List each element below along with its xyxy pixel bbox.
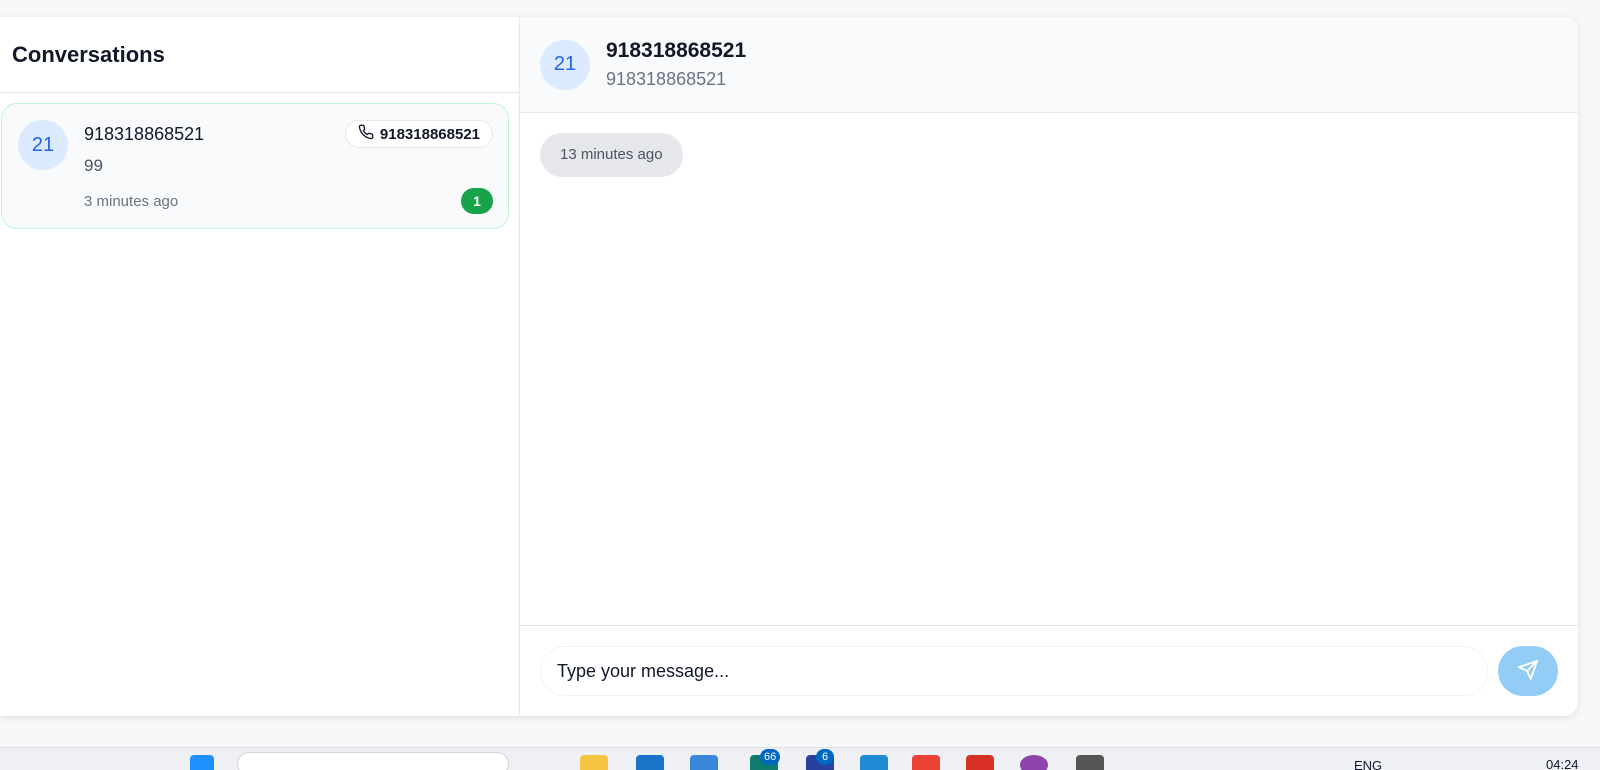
- message-bubble: 13 minutes ago: [540, 133, 683, 177]
- sidebar-title: Conversations: [12, 41, 165, 67]
- file-explorer-icon[interactable]: [580, 755, 608, 770]
- sidebar-header: Conversations: [0, 17, 519, 93]
- windows-start-icon[interactable]: [190, 755, 214, 770]
- app-window: Conversations 21 918318868521 99 3 minut…: [0, 17, 1578, 716]
- unread-count-badge: 1: [461, 188, 493, 214]
- app-icon[interactable]: [690, 755, 718, 770]
- conversation-item[interactable]: 21 918318868521 99 3 minutes ago 9183188…: [1, 103, 509, 229]
- message-list[interactable]: 13 minutes ago: [520, 113, 1578, 626]
- avatar: 21: [540, 39, 590, 90]
- app-icon[interactable]: [1076, 755, 1104, 770]
- app-icon[interactable]: [1020, 755, 1048, 770]
- conversations-sidebar: Conversations 21 918318868521 99 3 minut…: [0, 17, 520, 716]
- avatar: 21: [18, 120, 68, 170]
- send-icon: [1517, 659, 1539, 684]
- phone-number-pill[interactable]: 918318868521: [344, 120, 493, 148]
- language-indicator[interactable]: ENG: [1354, 758, 1382, 770]
- conversation-name: 918318868521: [84, 124, 205, 144]
- taskbar: 66 6 ENG 04:24: [0, 747, 1600, 770]
- conversation-preview: 99: [84, 156, 103, 175]
- store-icon[interactable]: [636, 755, 664, 770]
- vscode-icon[interactable]: [860, 755, 888, 770]
- phone-number-text: 918318868521: [379, 125, 480, 143]
- send-button[interactable]: [1498, 646, 1558, 696]
- chat-header: 21 918318868521 918318868521: [520, 17, 1578, 113]
- chat-pane: 21 918318868521 918318868521 13 minutes …: [520, 17, 1578, 716]
- message-input[interactable]: [540, 646, 1488, 696]
- notification-badge: 66: [760, 749, 781, 765]
- chrome-profile-icon[interactable]: [966, 755, 994, 770]
- chrome-icon[interactable]: [912, 755, 940, 770]
- notification-badge: 6: [816, 749, 834, 765]
- conversation-time: 3 minutes ago: [84, 193, 179, 210]
- chat-subtitle: 918318868521: [606, 69, 727, 89]
- clock[interactable]: 04:24: [1546, 757, 1579, 770]
- message-composer: [520, 626, 1578, 716]
- taskbar-search[interactable]: [237, 752, 509, 770]
- chat-header-info: 918318868521 918318868521: [606, 39, 746, 90]
- chat-title: 918318868521: [606, 39, 747, 62]
- phone-icon: [358, 124, 374, 144]
